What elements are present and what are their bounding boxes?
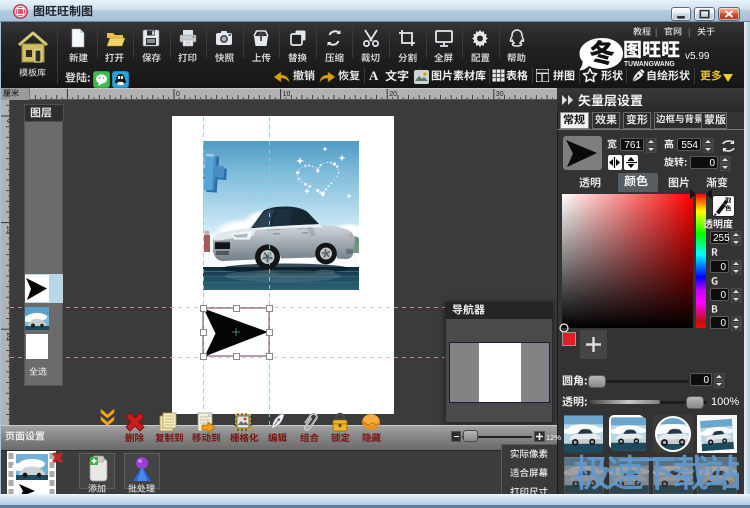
svg-text:0: 0 [176, 91, 180, 98]
svg-text:30: 30 [496, 91, 504, 98]
svg-text:10: 10 [283, 91, 291, 98]
svg-text:20: 20 [389, 91, 397, 98]
